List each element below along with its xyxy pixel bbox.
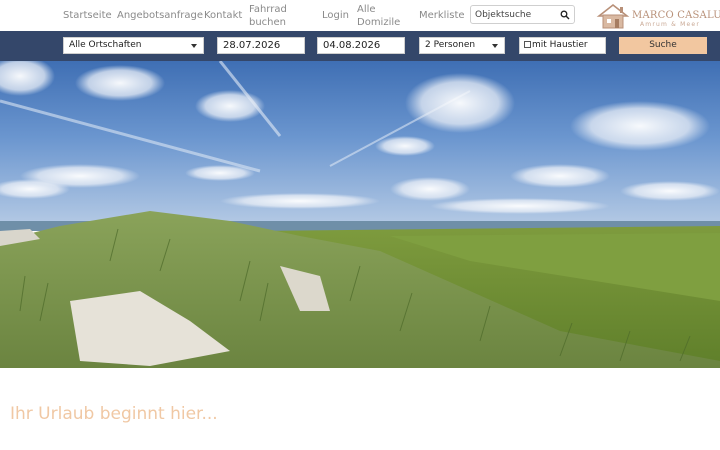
object-search <box>470 5 575 24</box>
house-icon <box>596 3 630 29</box>
nav-item-merkliste[interactable]: Merkliste <box>419 9 465 22</box>
nav-item-login[interactable]: Login <box>322 9 349 22</box>
nav-item-alle-domizile[interactable]: Alle Domizile <box>357 3 403 29</box>
nav-item-kontakt[interactable]: Kontakt <box>204 9 242 22</box>
pet-option: mit Haustier <box>519 37 606 54</box>
page-headline: Ihr Urlaub beginnt hier... <box>10 404 218 424</box>
hero-image <box>0 61 720 368</box>
top-navigation: Startseite Angebotsanfrage Kontakt Fahrr… <box>0 0 720 31</box>
nav-item-fahrrad-buchen[interactable]: Fahrrad buchen <box>249 3 295 29</box>
object-search-input[interactable] <box>475 8 559 21</box>
pet-checkbox-label[interactable]: mit Haustier <box>532 40 588 50</box>
dune-landscape-image <box>0 61 720 368</box>
brand-tagline: Amrum & Meer <box>640 21 700 28</box>
brand-name: MARCO CASALUCI <box>632 10 720 21</box>
chevron-down-icon <box>492 44 498 48</box>
persons-select[interactable]: 2 Personen <box>419 37 505 54</box>
location-select[interactable]: Alle Ortschaften <box>63 37 204 54</box>
arrival-date-field[interactable]: 28.07.2026 <box>217 37 305 54</box>
persons-select-value: 2 Personen <box>425 40 476 50</box>
departure-date-field[interactable]: 04.08.2026 <box>317 37 405 54</box>
location-select-value: Alle Ortschaften <box>69 40 142 50</box>
brand-logo[interactable]: MARCO CASALUCI Amrum & Meer <box>596 2 720 30</box>
pet-checkbox[interactable] <box>524 41 531 48</box>
nav-item-angebotsanfrage[interactable]: Angebotsanfrage <box>117 9 203 22</box>
arrival-date-value: 28.07.2026 <box>223 40 281 51</box>
chevron-down-icon <box>191 44 197 48</box>
search-icon[interactable] <box>560 10 570 20</box>
search-submit-button[interactable]: Suche <box>619 37 707 54</box>
departure-date-value: 04.08.2026 <box>323 40 381 51</box>
nav-item-startseite[interactable]: Startseite <box>63 9 112 22</box>
booking-search-bar: Alle Ortschaften 28.07.2026 04.08.2026 2… <box>0 31 720 61</box>
